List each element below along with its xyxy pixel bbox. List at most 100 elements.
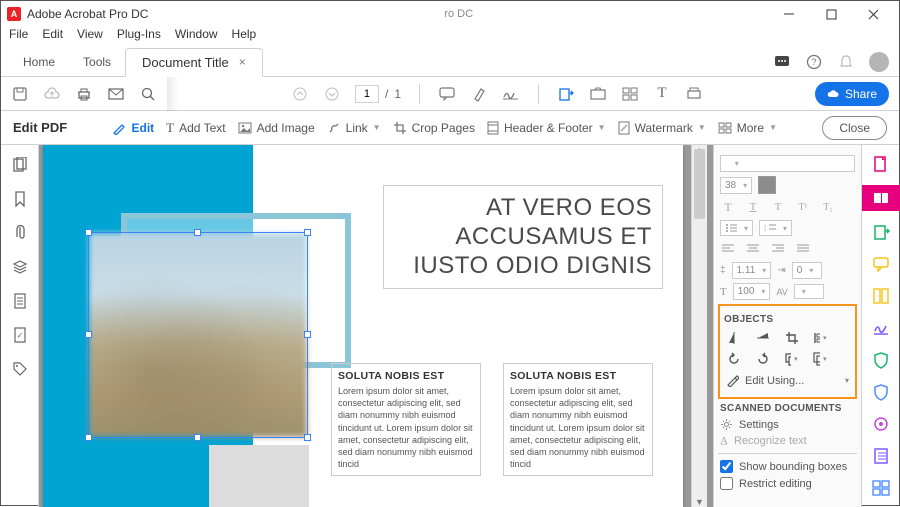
rail-comment-icon[interactable]: [870, 253, 892, 275]
minimize-button[interactable]: [769, 2, 809, 26]
line-height-select[interactable]: 1.11: [732, 262, 772, 279]
numbered-list-select[interactable]: 12: [759, 220, 792, 236]
align-center-para-icon[interactable]: [745, 242, 761, 256]
rail-sign-icon[interactable]: [870, 317, 892, 339]
tab-home[interactable]: Home: [9, 49, 69, 75]
watermark-tool[interactable]: Watermark▼: [618, 121, 706, 135]
font-size-select[interactable]: 38: [720, 177, 752, 194]
rail-more-icon[interactable]: [870, 477, 892, 499]
handle-mr[interactable]: [304, 331, 311, 338]
rail-export-icon[interactable]: [870, 221, 892, 243]
font-family-select[interactable]: [720, 155, 855, 172]
scroll-thumb[interactable]: [694, 149, 705, 219]
show-bounding-boxes-checkbox[interactable]: Show bounding boxes: [720, 460, 855, 473]
save-icon[interactable]: [11, 85, 29, 103]
vertical-scrollbar[interactable]: ▲ ▼: [691, 145, 707, 507]
print-production-icon[interactable]: [685, 85, 703, 103]
flip-horizontal-icon[interactable]: [755, 330, 771, 346]
handle-tl[interactable]: [85, 229, 92, 236]
destinations-icon[interactable]: ✓: [13, 327, 27, 343]
edit-tool[interactable]: Edit: [112, 121, 154, 135]
layers-icon[interactable]: [12, 259, 28, 275]
text-tool-icon[interactable]: T: [653, 85, 671, 103]
organize-icon[interactable]: [589, 85, 607, 103]
add-text-tool[interactable]: TAdd Text: [166, 120, 225, 136]
subscript-icon[interactable]: T₁: [820, 200, 836, 214]
page-up-icon[interactable]: [291, 85, 309, 103]
restrict-editing-checkbox[interactable]: Restrict editing: [720, 477, 855, 490]
bell-icon[interactable]: [837, 53, 855, 71]
thumbnails-icon[interactable]: [12, 157, 28, 173]
tab-tools[interactable]: Tools: [69, 49, 125, 75]
headline-text[interactable]: AT VERO EOS ACCUSAMUS ET IUSTO ODIO DIGN…: [383, 185, 663, 289]
add-image-tool[interactable]: Add Image: [238, 121, 315, 135]
handle-bm[interactable]: [194, 434, 201, 441]
maximize-button[interactable]: [811, 2, 851, 26]
rail-organize-icon[interactable]: [870, 285, 892, 307]
close-tab-icon[interactable]: ×: [239, 55, 246, 69]
redact-icon[interactable]: [621, 85, 639, 103]
page-current-input[interactable]: [355, 85, 379, 103]
indent-select[interactable]: 0: [792, 262, 822, 279]
document-canvas[interactable]: AT VERO EOS ACCUSAMUS ET IUSTO ODIO DIGN…: [39, 145, 713, 507]
rail-create-icon[interactable]: [870, 153, 892, 175]
rail-shield-icon[interactable]: [870, 381, 892, 403]
comment-icon[interactable]: [438, 85, 456, 103]
rotate-cw-icon[interactable]: [755, 351, 771, 367]
edit-using-button[interactable]: Edit Using... ▾: [724, 372, 851, 389]
more-tool[interactable]: More▼: [718, 121, 777, 135]
rail-edit-icon[interactable]: [862, 185, 900, 211]
handle-br[interactable]: [304, 434, 311, 441]
text-color-swatch[interactable]: [758, 176, 776, 194]
selected-image[interactable]: [89, 233, 307, 437]
handle-tm[interactable]: [194, 229, 201, 236]
text-column-2[interactable]: SOLUTA NOBIS EST Lorem ipsum dolor sit a…: [503, 363, 653, 476]
rail-compare-icon[interactable]: [870, 413, 892, 435]
tracking-select[interactable]: [794, 284, 824, 299]
superscript-icon[interactable]: T¹: [795, 200, 811, 214]
justify-para-icon[interactable]: [795, 242, 811, 256]
page-down-icon[interactable]: [323, 85, 341, 103]
cloud-upload-icon[interactable]: [43, 85, 61, 103]
rail-protect-icon[interactable]: [870, 349, 892, 371]
menu-window[interactable]: Window: [175, 27, 218, 47]
crop-object-icon[interactable]: [784, 330, 800, 346]
sign-icon[interactable]: [502, 85, 520, 103]
help-icon[interactable]: ?: [805, 53, 823, 71]
close-window-button[interactable]: [853, 2, 893, 26]
grey-placeholder[interactable]: [209, 445, 309, 507]
account-avatar[interactable]: [869, 52, 889, 72]
rotate-ccw-icon[interactable]: [726, 351, 742, 367]
handle-bl[interactable]: [85, 434, 92, 441]
print-icon[interactable]: [75, 85, 93, 103]
arrange-icon[interactable]: ▾: [784, 351, 800, 367]
link-tool[interactable]: Link▼: [327, 121, 381, 135]
attachments-icon[interactable]: [13, 225, 27, 241]
articles-icon[interactable]: [13, 293, 27, 309]
align-objects-icon[interactable]: ▾: [813, 330, 829, 346]
align-left-para-icon[interactable]: [720, 242, 736, 256]
hscale-select[interactable]: 100: [733, 283, 771, 300]
align-right-para-icon[interactable]: [770, 242, 786, 256]
settings-button[interactable]: Settings: [720, 418, 855, 431]
chat-icon[interactable]: [773, 53, 791, 71]
email-icon[interactable]: [107, 85, 125, 103]
close-editbar-button[interactable]: Close: [822, 116, 887, 140]
crop-tool[interactable]: Crop Pages: [393, 121, 475, 135]
tags-icon[interactable]: [12, 361, 28, 377]
flip-vertical-icon[interactable]: [726, 330, 742, 346]
menu-help[interactable]: Help: [232, 27, 257, 47]
replace-image-icon[interactable]: ▾: [813, 351, 829, 367]
underline-icon[interactable]: T: [745, 200, 761, 214]
bullet-list-select[interactable]: [720, 220, 753, 236]
menu-plugins[interactable]: Plug-Ins: [117, 27, 161, 47]
highlight-icon[interactable]: [470, 85, 488, 103]
text-column-1[interactable]: SOLUTA NOBIS EST Lorem ipsum dolor sit a…: [331, 363, 481, 476]
share-button[interactable]: Share: [815, 82, 889, 106]
align-left-icon[interactable]: T: [720, 200, 736, 214]
menu-edit[interactable]: Edit: [42, 27, 63, 47]
recognize-text-button[interactable]: A̲Recognize text: [720, 435, 855, 447]
handle-ml[interactable]: [85, 331, 92, 338]
header-footer-tool[interactable]: Header & Footer▼: [487, 121, 606, 135]
tab-document[interactable]: Document Title ×: [125, 48, 263, 77]
